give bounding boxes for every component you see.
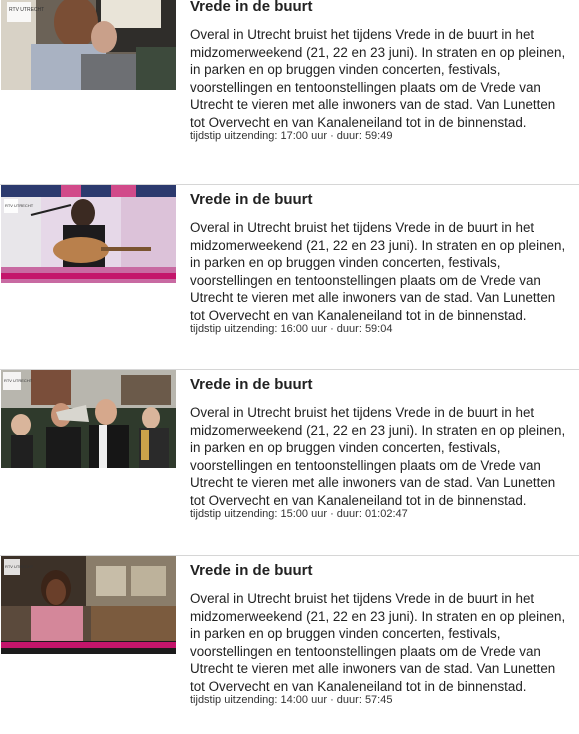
item-title[interactable]: Vrede in de buurt [190, 0, 313, 15]
broadcast-time: 15:00 uur [280, 508, 327, 520]
meta-separator: · [330, 323, 334, 335]
broadcast-time-label: tijdstip uitzending: [190, 130, 278, 142]
thumbnail-logo: RTV UTRECHT [5, 203, 34, 208]
item-description: Overal in Utrecht bruist het tijdens Vre… [190, 591, 566, 694]
duration-value: 59:04 [364, 323, 393, 335]
item-meta: tijdstip uitzending: 15:00 uur · duur: 0… [190, 508, 408, 520]
thumbnail-image: RTV UTRECHT [1, 0, 176, 90]
duration-label: duur: [336, 323, 362, 335]
thumbnail-logo: RTV UTRECHT [4, 378, 33, 383]
video-thumbnail[interactable]: RTV UTRECHT [1, 185, 176, 283]
video-thumbnail[interactable]: RTV UTRECHT [1, 0, 176, 90]
thumbnail-logo: RTV UTRECHT [5, 564, 34, 569]
duration-label: duur: [336, 508, 362, 520]
duration-value: 59:49 [364, 130, 393, 142]
item-description: Overal in Utrecht bruist het tijdens Vre… [190, 405, 566, 508]
broadcast-time: 16:00 uur [280, 323, 327, 335]
meta-separator: · [330, 694, 334, 706]
thumbnail-logo: RTV UTRECHT [9, 7, 44, 13]
video-thumbnail[interactable]: RTV UTRECHT [1, 556, 176, 654]
list-item[interactable]: RTV UTRECHT Vrede in de buurt Overal in … [0, 370, 579, 548]
thumbnail-image: RTV UTRECHT [1, 556, 176, 654]
duration-value: 01:02:47 [364, 508, 408, 520]
broadcast-time-label: tijdstip uitzending: [190, 323, 278, 335]
list-item[interactable]: RTV UTRECHT Vrede in de buurt Overal in … [0, 0, 579, 170]
item-meta: tijdstip uitzending: 16:00 uur · duur: 5… [190, 323, 392, 335]
item-title[interactable]: Vrede in de buurt [190, 191, 313, 208]
list-item[interactable]: RTV UTRECHT Vrede in de buurt Overal in … [0, 185, 579, 363]
broadcast-time-label: tijdstip uitzending: [190, 694, 278, 706]
item-title[interactable]: Vrede in de buurt [190, 562, 313, 579]
item-meta: tijdstip uitzending: 17:00 uur · duur: 5… [190, 130, 392, 142]
broadcast-time-label: tijdstip uitzending: [190, 508, 278, 520]
thumbnail-image: RTV UTRECHT [1, 370, 176, 468]
broadcast-time: 17:00 uur [280, 130, 327, 142]
video-thumbnail[interactable]: RTV UTRECHT [1, 370, 176, 468]
item-description: Overal in Utrecht bruist het tijdens Vre… [190, 220, 566, 323]
duration-label: duur: [336, 694, 362, 706]
duration-value: 57:45 [364, 694, 393, 706]
list-item[interactable]: RTV UTRECHT Vrede in de buurt Overal in … [0, 556, 579, 734]
thumbnail-image: RTV UTRECHT [1, 185, 176, 283]
meta-separator: · [330, 130, 334, 142]
item-meta: tijdstip uitzending: 14:00 uur · duur: 5… [190, 694, 392, 706]
broadcast-time: 14:00 uur [280, 694, 327, 706]
meta-separator: · [330, 508, 334, 520]
item-title[interactable]: Vrede in de buurt [190, 376, 313, 393]
duration-label: duur: [336, 130, 362, 142]
item-description: Overal in Utrecht bruist het tijdens Vre… [190, 27, 566, 130]
